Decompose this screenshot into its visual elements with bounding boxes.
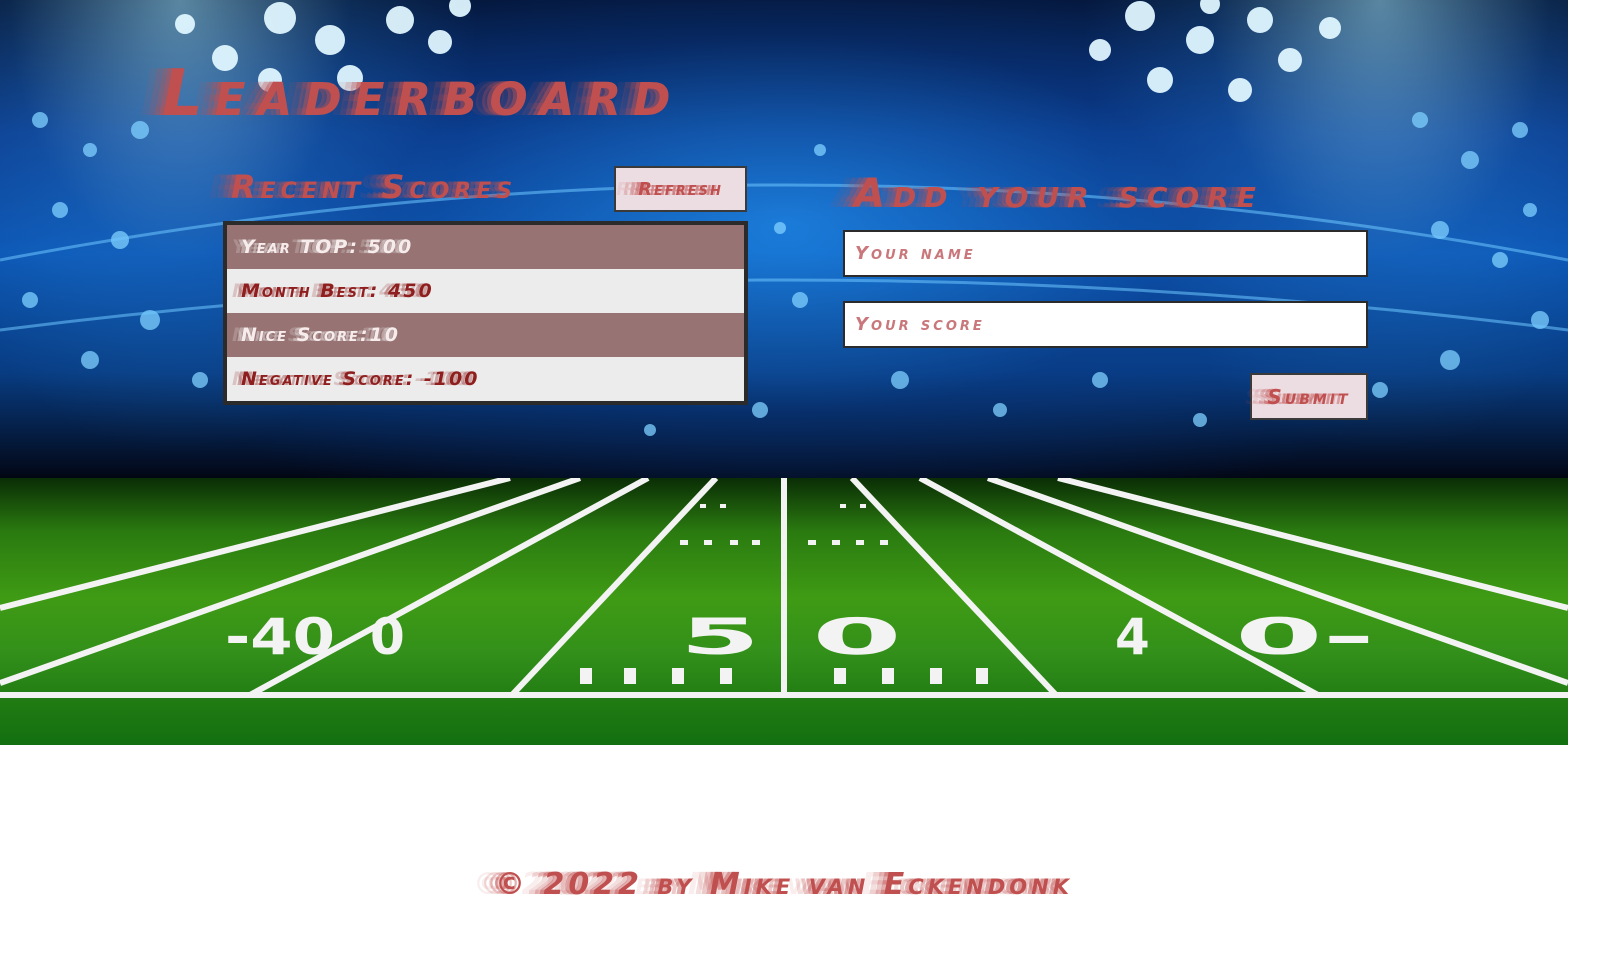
score-row: Month Best: 450 (227, 269, 744, 313)
score-text: Year TOP: 500 (241, 236, 414, 258)
svg-text:0: 0 (812, 608, 902, 666)
add-score-heading: Add your score (854, 171, 1264, 217)
score-input[interactable] (843, 301, 1368, 348)
svg-text:-40: -40 (225, 608, 335, 666)
score-text: Nice Score:10 (241, 324, 400, 346)
score-text: Negative Score: -100 (241, 368, 480, 390)
refresh-button[interactable]: Refresh (614, 166, 747, 212)
scores-list: Year TOP: 500 Month Best: 450 Nice Score… (223, 221, 748, 405)
svg-text:5: 5 (680, 608, 760, 666)
score-row: Year TOP: 500 (227, 225, 744, 269)
submit-button[interactable]: Submit (1250, 373, 1368, 420)
score-row: Nice Score:10 (227, 313, 744, 357)
score-row: Negative Score: -100 (227, 357, 744, 401)
recent-scores-heading: Recent Scores (231, 168, 518, 206)
svg-text:4: 4 (1115, 608, 1150, 666)
footer-copyright: © 2022 by Mike van Eckendonk (495, 867, 1073, 902)
svg-text:0-: 0- (1235, 608, 1375, 666)
svg-text:0: 0 (370, 608, 405, 666)
name-input[interactable] (843, 230, 1368, 277)
score-text: Month Best: 450 (241, 280, 434, 302)
page-title: Leaderboard (162, 57, 683, 131)
football-field: -40 0 5 0 4 0- (0, 478, 1568, 745)
